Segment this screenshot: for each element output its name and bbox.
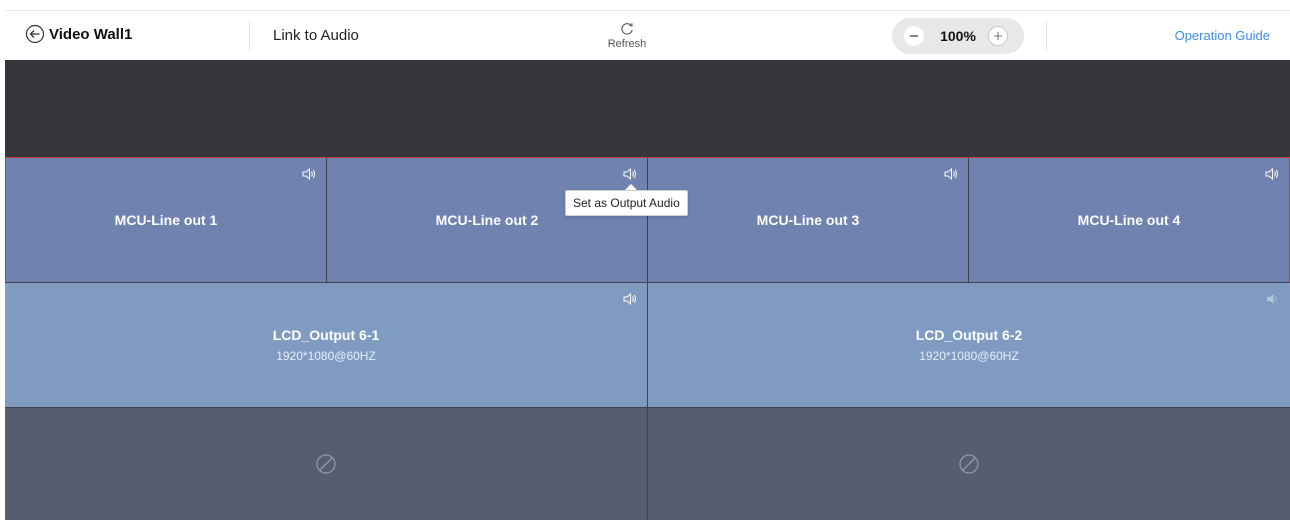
zoom-level: 100% xyxy=(940,28,976,44)
no-signal-icon xyxy=(316,454,336,474)
zoom-in-button[interactable] xyxy=(988,26,1008,46)
lcd-output-cell[interactable]: LCD_Output 6-1 1920*1080@60HZ xyxy=(5,282,648,407)
top-toolbar: Video Wall1 Link to Audio Refresh 100% O… xyxy=(5,10,1290,60)
mcu-output-row: MCU-Line out 1 MCU-Line out 2 MCU-Line o… xyxy=(5,157,1290,282)
speaker-icon[interactable] xyxy=(1266,293,1280,305)
zoom-control: 100% xyxy=(892,18,1024,54)
wall-canvas: MCU-Line out 1 MCU-Line out 2 MCU-Line o… xyxy=(5,60,1290,520)
speaker-icon[interactable] xyxy=(623,293,637,305)
mcu-output-cell[interactable]: MCU-Line out 3 xyxy=(648,158,969,282)
output-name: MCU-Line out 2 xyxy=(435,212,539,228)
back-button[interactable]: Video Wall1 xyxy=(25,24,132,44)
speaker-icon[interactable] xyxy=(944,168,958,180)
output-resolution: 1920*1080@60HZ xyxy=(276,349,376,363)
output-name: MCU-Line out 3 xyxy=(756,212,860,228)
output-name: LCD_Output 6-2 xyxy=(915,327,1023,343)
speaker-icon[interactable] xyxy=(1265,168,1279,180)
refresh-button[interactable]: Refresh xyxy=(603,21,651,50)
mcu-output-cell[interactable]: MCU-Line out 2 xyxy=(327,158,648,282)
video-wall-title: Video Wall1 xyxy=(49,25,133,43)
lcd-output-cell[interactable]: LCD_Output 6-2 1920*1080@60HZ xyxy=(648,282,1290,407)
empty-cell[interactable] xyxy=(648,407,1290,520)
mcu-output-cell[interactable]: MCU-Line out 4 xyxy=(969,158,1289,282)
output-resolution: 1920*1080@60HZ xyxy=(919,349,1019,363)
output-name: MCU-Line out 1 xyxy=(114,212,218,228)
divider xyxy=(249,21,250,51)
video-wall-editor: Video Wall1 Link to Audio Refresh 100% O… xyxy=(5,10,1290,520)
zoom-out-button[interactable] xyxy=(904,26,924,46)
operation-guide-link[interactable]: Operation Guide xyxy=(1175,28,1270,43)
refresh-icon[interactable] xyxy=(619,21,635,37)
mcu-output-cell[interactable]: MCU-Line out 1 xyxy=(6,158,327,282)
minus-icon xyxy=(910,35,918,37)
empty-cell[interactable] xyxy=(5,407,648,520)
output-name: MCU-Line out 4 xyxy=(1077,212,1181,228)
back-arrow-circle-icon[interactable] xyxy=(25,24,45,44)
speaker-icon[interactable] xyxy=(623,168,637,180)
divider xyxy=(1046,21,1047,51)
tooltip: Set as Output Audio xyxy=(565,190,688,216)
link-to-audio-button[interactable]: Link to Audio xyxy=(273,27,359,44)
speaker-icon[interactable] xyxy=(302,168,316,180)
plus-icon xyxy=(994,32,1002,40)
refresh-label: Refresh xyxy=(607,38,647,50)
no-signal-icon xyxy=(959,454,979,474)
output-name: LCD_Output 6-1 xyxy=(272,327,380,343)
